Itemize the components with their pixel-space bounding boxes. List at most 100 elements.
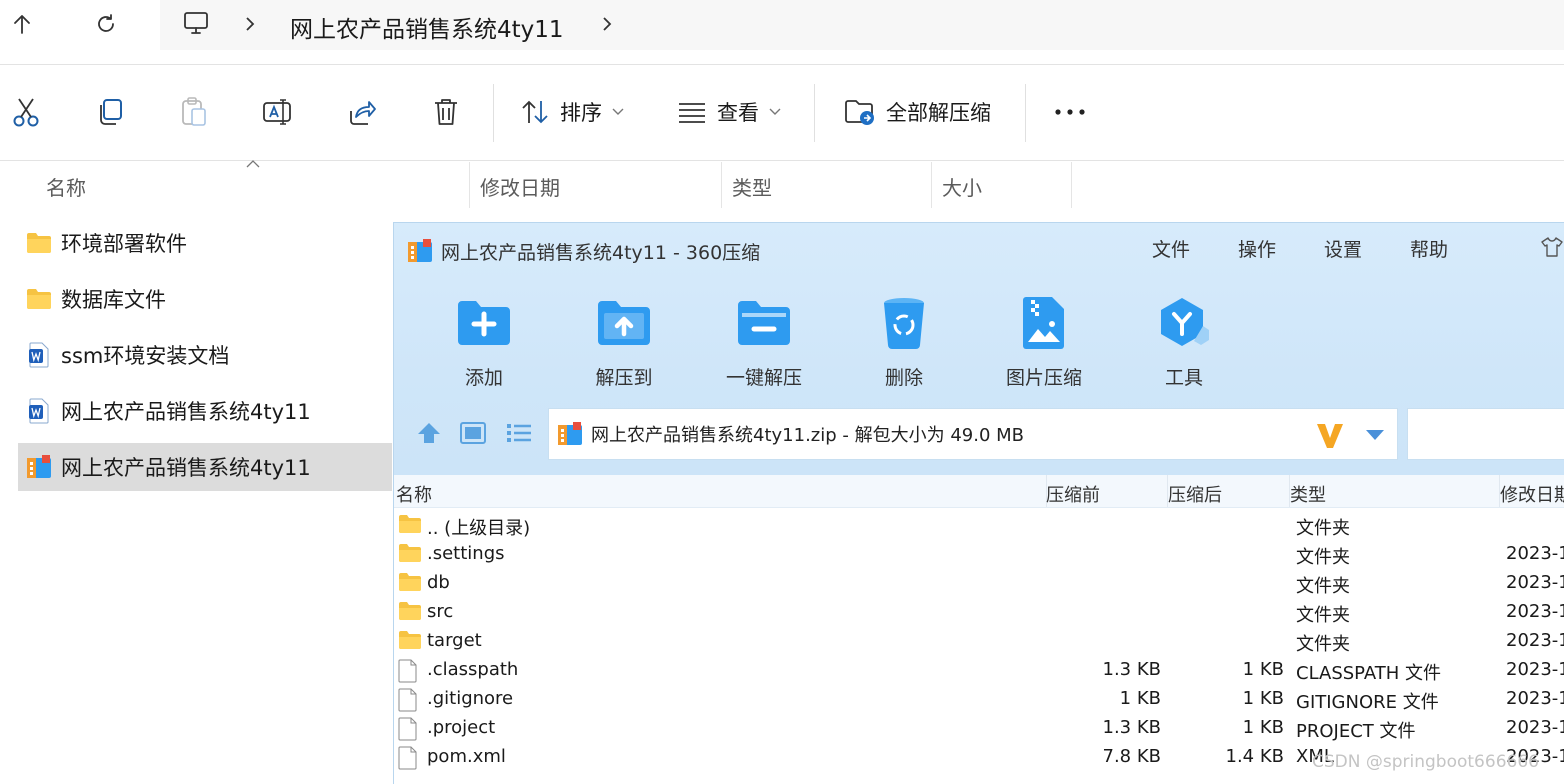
file-name: 数据库文件	[61, 288, 166, 312]
breadcrumb-folder[interactable]: 网上农产品销售系统4ty11	[290, 10, 564, 44]
zip-col-after[interactable]: 压缩后	[1168, 481, 1222, 507]
tools-button[interactable]: 工具	[1129, 293, 1239, 393]
zip-row-date: 2023-1	[1506, 717, 1564, 738]
zip-list-row[interactable]: .. (上级目录) 文件夹	[394, 511, 1564, 540]
watermark: CSDN @springboot666666	[1312, 752, 1539, 772]
paste-icon[interactable]	[178, 96, 210, 128]
breadcrumb-chevron-icon[interactable]	[597, 14, 617, 34]
zip-row-date: 2023-1	[1506, 659, 1564, 680]
verified-v-icon[interactable]	[1315, 421, 1345, 449]
extract-to-button[interactable]: 解压到	[569, 293, 679, 393]
up-arrow-icon[interactable]	[2, 4, 42, 44]
cut-icon[interactable]	[10, 96, 42, 128]
zip-row-date: 2023-1	[1506, 630, 1564, 651]
zip-list-header: 名称 压缩前 压缩后 类型 修改日期	[394, 475, 1564, 508]
zip-row-type: CLASSPATH 文件	[1296, 663, 1442, 684]
sort-menu[interactable]: 排序	[520, 96, 624, 128]
dropdown-arrow-icon[interactable]	[1365, 429, 1385, 441]
zip-list-row[interactable]: .gitignore 1 KB 1 KB GITIGNORE 文件 2023-1	[394, 685, 1564, 714]
zip-col-before[interactable]: 压缩前	[1046, 481, 1100, 507]
file-row[interactable]: 网上农产品销售系统4ty11	[18, 387, 392, 435]
image-compress-button[interactable]: 图片压缩	[989, 293, 1099, 393]
menu-settings[interactable]: 设置	[1324, 235, 1362, 262]
file-row[interactable]: ssm环境安装文档	[18, 331, 392, 379]
chevron-down-icon	[769, 108, 781, 115]
list-view-icon[interactable]	[504, 418, 534, 448]
command-bar: 排序 查看 全部解压缩	[0, 66, 1564, 160]
more-options-icon[interactable]	[1054, 96, 1086, 128]
extract-folder-icon	[594, 293, 654, 353]
column-header-type[interactable]: 类型	[732, 172, 772, 201]
one-click-extract-button[interactable]: 一键解压	[709, 293, 819, 393]
zip-row-after: 1.4 KB	[1225, 746, 1285, 767]
parent-dir-arrow-icon[interactable]	[414, 418, 444, 448]
add-button[interactable]: 添加	[429, 293, 539, 393]
refresh-icon[interactable]	[86, 4, 126, 44]
file-row[interactable]: 数据库文件	[18, 275, 392, 323]
add-folder-icon	[454, 293, 514, 353]
image-compress-label: 图片压缩	[1005, 367, 1082, 389]
delete-button[interactable]: 删除	[849, 293, 959, 393]
column-separator[interactable]	[1071, 162, 1072, 208]
zip-row-name: .gitignore	[427, 688, 514, 709]
file-row-selected[interactable]: 网上农产品销售系统4ty11	[18, 443, 392, 491]
zip-list-row[interactable]: src 文件夹 2023-1	[394, 598, 1564, 627]
zip-search-field[interactable]	[1407, 408, 1564, 460]
zip-row-name: .classpath	[427, 659, 519, 680]
zip-list-row[interactable]: .settings 文件夹 2023-1	[394, 540, 1564, 569]
zip-row-before: 1 KB	[1119, 688, 1161, 709]
file-row[interactable]: 环境部署软件	[18, 219, 392, 267]
zip-list-row[interactable]: .project 1.3 KB 1 KB PROJECT 文件 2023-1	[394, 714, 1564, 743]
skin-shirt-icon[interactable]	[1540, 235, 1564, 259]
this-pc-icon[interactable]	[176, 4, 216, 44]
column-separator[interactable]	[469, 162, 470, 208]
folder-icon	[398, 630, 422, 652]
extract-all-button[interactable]: 全部解压缩	[844, 96, 991, 128]
zip-window-title: 网上农产品销售系统4ty11 - 360压缩	[441, 241, 761, 264]
menu-file[interactable]: 文件	[1152, 235, 1190, 262]
zip-row-type: PROJECT 文件	[1296, 721, 1416, 742]
menu-operation[interactable]: 操作	[1238, 235, 1276, 262]
delete-icon[interactable]	[430, 96, 462, 128]
thumbnail-view-icon[interactable]	[458, 418, 488, 448]
breadcrumb-chevron-icon[interactable]	[240, 14, 260, 34]
zip-path-field[interactable]: 网上农产品销售系统4ty11.zip - 解包大小为 49.0 MB	[548, 408, 1398, 460]
zip-col-name[interactable]: 名称	[396, 481, 432, 507]
folder-icon	[398, 601, 422, 623]
zip-row-type: 文件夹	[1296, 605, 1350, 626]
column-header-modified[interactable]: 修改日期	[480, 172, 560, 201]
column-header-name[interactable]: 名称	[46, 172, 86, 201]
add-label: 添加	[464, 367, 503, 389]
zip-list-row[interactable]: .classpath 1.3 KB 1 KB CLASSPATH 文件 2023-1	[394, 656, 1564, 685]
view-menu[interactable]: 查看	[677, 96, 781, 128]
chevron-down-icon	[612, 108, 624, 115]
zip-row-name: pom.xml	[427, 746, 506, 767]
zip-col-type[interactable]: 类型	[1290, 481, 1326, 507]
zip-col-modified[interactable]: 修改日期	[1500, 481, 1564, 507]
zip-title-bar: 网上农产品销售系统4ty11 - 360压缩	[407, 237, 760, 265]
tools-hexagon-icon	[1154, 293, 1214, 353]
zip-row-before: 7.8 KB	[1102, 746, 1162, 767]
zip-list-row[interactable]: target 文件夹 2023-1	[394, 627, 1564, 656]
word-document-icon	[26, 398, 52, 424]
column-header-size[interactable]: 大小	[942, 172, 982, 201]
file-icon	[398, 746, 422, 770]
image-compress-icon	[1014, 293, 1074, 353]
column-separator[interactable]	[931, 162, 932, 208]
one-click-folder-icon	[734, 293, 794, 353]
zip-row-type: 文件夹	[1296, 547, 1350, 568]
zip-list-row[interactable]: db 文件夹 2023-1	[394, 569, 1564, 598]
zip-row-date: 2023-1	[1506, 688, 1564, 709]
delete-label: 删除	[884, 367, 923, 389]
extract-folder-icon	[845, 100, 874, 125]
folder-icon	[398, 543, 422, 565]
zip-row-date: 2023-1	[1506, 543, 1564, 564]
share-icon[interactable]	[346, 96, 378, 128]
divider	[0, 64, 1564, 65]
view-icon	[679, 103, 705, 123]
column-separator[interactable]	[721, 162, 722, 208]
extract-all-label: 全部解压缩	[886, 101, 991, 125]
copy-icon[interactable]	[94, 96, 126, 128]
rename-icon[interactable]	[262, 96, 294, 128]
menu-help[interactable]: 帮助	[1410, 235, 1448, 262]
